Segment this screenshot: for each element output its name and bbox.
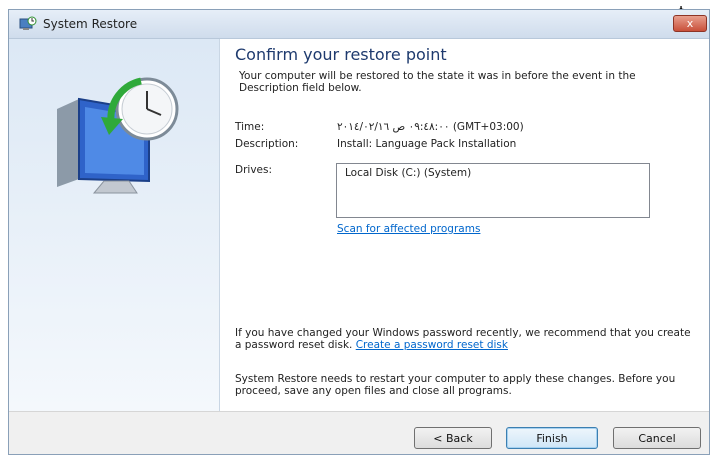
- system-restore-window: System Restore x Confirm your restore po…: [8, 9, 710, 455]
- button-bar: < Back Finish Cancel: [9, 411, 709, 454]
- time-label: Time:: [235, 121, 265, 133]
- window-title: System Restore: [43, 17, 138, 31]
- description-label: Description:: [235, 138, 299, 150]
- title-bar[interactable]: System Restore x: [9, 10, 709, 39]
- cancel-button[interactable]: Cancel: [613, 427, 701, 449]
- system-restore-icon: [19, 16, 37, 30]
- drive-item[interactable]: Local Disk (C:) (System): [345, 167, 471, 179]
- scan-affected-programs-link[interactable]: Scan for affected programs: [337, 223, 480, 235]
- page-title: Confirm your restore point: [235, 45, 447, 64]
- password-note: If you have changed your Windows passwor…: [235, 327, 695, 351]
- left-pane: [9, 39, 220, 411]
- restart-note: System Restore needs to restart your com…: [235, 373, 676, 397]
- monitor-clock-restore-icon: [57, 77, 179, 194]
- close-button[interactable]: x: [673, 15, 707, 32]
- create-password-reset-disk-link[interactable]: Create a password reset disk: [356, 339, 508, 351]
- intro-text: Your computer will be restored to the st…: [239, 70, 636, 94]
- time-value: ٠٩:٤٨:٠٠ ص ٢٠١٤/٠٢/١٦ (GMT+03:00): [337, 121, 524, 133]
- description-value: Install: Language Pack Installation: [337, 138, 517, 150]
- drives-list[interactable]: Local Disk (C:) (System): [336, 163, 650, 218]
- content-pane: Confirm your restore point Your computer…: [220, 39, 709, 411]
- drives-label: Drives:: [235, 164, 273, 176]
- back-button[interactable]: < Back: [414, 427, 492, 449]
- finish-button[interactable]: Finish: [506, 427, 598, 449]
